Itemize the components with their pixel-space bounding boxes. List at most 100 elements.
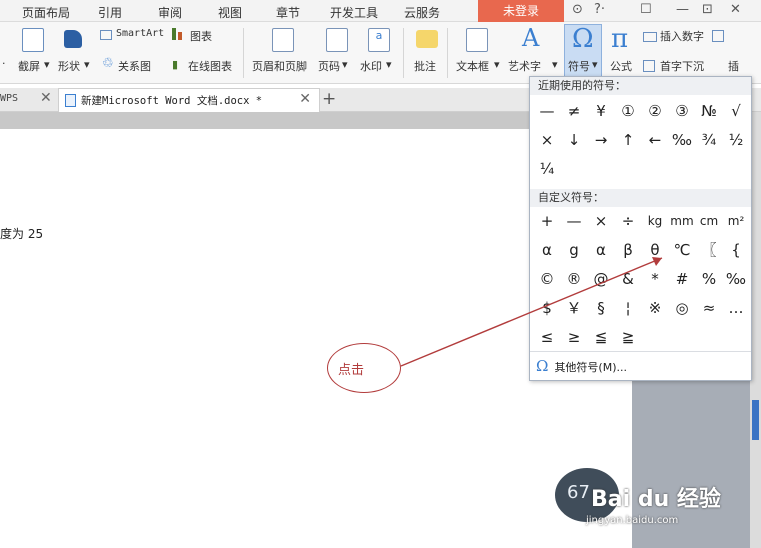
watermark-dropdown-icon[interactable]: ▾ [386, 58, 392, 71]
symbol-cell[interactable]: mm [669, 208, 695, 234]
symbol-cell[interactable]: kg [642, 208, 668, 234]
screenshot-dropdown-icon[interactable]: ▾ [44, 58, 50, 71]
symbol-cell[interactable]: g [561, 237, 587, 263]
symbol-cell[interactable]: ③ [669, 98, 695, 124]
page-number-button[interactable]: 页码 [318, 58, 340, 74]
formula-button[interactable]: 公式 [610, 58, 632, 74]
symbol-cell[interactable]: $ [534, 295, 560, 321]
symbol-cell[interactable]: © [534, 266, 560, 292]
symbol-cell[interactable]: § [588, 295, 614, 321]
symbol-cell[interactable]: ≧ [615, 324, 641, 350]
symbol-cell[interactable]: % [696, 266, 722, 292]
symbol-cell[interactable]: ② [642, 98, 668, 124]
ribbon-right-partial[interactable]: 插 [728, 58, 739, 74]
symbol-cell[interactable]: ↑ [615, 127, 641, 153]
more-symbols-button[interactable]: Ω 其他符号(M)... [536, 357, 627, 375]
symbol-cell[interactable]: → [588, 127, 614, 153]
close-icon[interactable]: ✕ [730, 2, 741, 17]
menu-references[interactable]: 引用 [98, 4, 122, 21]
tab-wps-close-icon[interactable]: ✕ [40, 90, 52, 106]
relation-icon: ♲ [102, 56, 114, 71]
symbol-cell[interactable]: № [696, 98, 722, 124]
smartart-button[interactable]: SmartArt [116, 28, 164, 39]
insert-number-button[interactable]: 插入数字 [660, 28, 704, 44]
skin-icon[interactable]: ⊙ [572, 2, 583, 17]
symbol-button[interactable]: 符号 [568, 58, 590, 74]
menu-view[interactable]: 视图 [218, 4, 242, 21]
tab-document[interactable]: 新建Microsoft Word 文档.docx * ✕ [58, 88, 320, 112]
symbol-cell[interactable]: # [669, 266, 695, 292]
scrollbar-thumb[interactable] [752, 400, 759, 440]
symbol-cell[interactable]: 〖 [696, 237, 722, 263]
drop-cap-button[interactable]: 首字下沉 [660, 58, 704, 74]
symbol-cell[interactable]: ÷ [615, 208, 641, 234]
header-footer-button[interactable]: 页眉和页脚 [252, 58, 307, 74]
symbol-cell[interactable]: ® [561, 266, 587, 292]
symbol-cell[interactable]: cm [696, 208, 722, 234]
symbol-cell[interactable]: ≦ [588, 324, 614, 350]
symbol-cell[interactable]: — [561, 208, 587, 234]
symbol-cell[interactable]: θ [642, 237, 668, 263]
symbol-cell[interactable]: ① [615, 98, 641, 124]
symbol-cell[interactable]: ¼ [534, 156, 560, 182]
symbol-dropdown-icon[interactable]: ▾ [592, 58, 598, 71]
symbol-cell[interactable]: ‰ [723, 266, 749, 292]
symbol-cell[interactable]: & [615, 266, 641, 292]
symbol-cell[interactable]: ≠ [561, 98, 587, 124]
symbol-cell[interactable]: ￥ [561, 295, 587, 321]
symbol-cell[interactable]: ← [642, 127, 668, 153]
textbox-button[interactable]: 文本框 [456, 58, 489, 74]
watermark-button[interactable]: 水印 [360, 58, 382, 74]
help-icon[interactable]: ?· [594, 2, 605, 17]
menu-cloud[interactable]: 云服务 [404, 4, 440, 21]
chart-button[interactable]: 图表 [190, 28, 212, 44]
symbol-cell[interactable]: ‰ [669, 127, 695, 153]
new-tab-icon[interactable]: + [322, 89, 336, 109]
tab-document-close-icon[interactable]: ✕ [299, 91, 311, 107]
symbol-cell[interactable]: { [723, 237, 749, 263]
wordart-dropdown-icon[interactable]: ▾ [552, 58, 558, 71]
symbol-cell[interactable]: √ [723, 98, 749, 124]
relation-chart-button[interactable]: 关系图 [118, 58, 151, 74]
symbol-cell[interactable]: ≈ [696, 295, 722, 321]
symbol-cell[interactable]: ¾ [696, 127, 722, 153]
document-text[interactable]: 度为 25 [0, 225, 43, 242]
shapes-button[interactable]: 形状 [58, 58, 80, 74]
tab-wps[interactable]: WPS [0, 93, 18, 104]
restore-icon[interactable]: ☐ [640, 2, 652, 17]
minimize-icon[interactable]: — [676, 2, 689, 17]
shapes-dropdown-icon[interactable]: ▾ [84, 58, 90, 71]
symbol-cell[interactable]: * [642, 266, 668, 292]
symbol-cell[interactable]: × [534, 127, 560, 153]
symbol-cell[interactable]: ¦ [615, 295, 641, 321]
symbol-cell[interactable]: ※ [642, 295, 668, 321]
symbol-cell[interactable]: m² [723, 208, 749, 234]
symbol-cell[interactable]: α [588, 237, 614, 263]
wordart-button[interactable]: 艺术字 [508, 58, 541, 74]
symbol-cell[interactable]: + [534, 208, 560, 234]
symbol-cell[interactable]: ℃ [669, 237, 695, 263]
menu-section[interactable]: 章节 [276, 4, 300, 21]
login-button[interactable]: 未登录 [478, 0, 564, 22]
comment-button[interactable]: 批注 [414, 58, 436, 74]
symbol-cell[interactable]: ¥ [588, 98, 614, 124]
textbox-dropdown-icon[interactable]: ▾ [494, 58, 500, 71]
online-chart-button[interactable]: 在线图表 [188, 58, 232, 74]
symbol-cell[interactable]: ◎ [669, 295, 695, 321]
symbol-cell[interactable]: × [588, 208, 614, 234]
symbol-cell[interactable]: ≤ [534, 324, 560, 350]
symbol-cell[interactable]: ≥ [561, 324, 587, 350]
symbol-cell[interactable]: @ [588, 266, 614, 292]
screenshot-button[interactable]: 截屏 [18, 58, 40, 74]
maximize-icon[interactable]: ⊡ [702, 2, 713, 17]
symbol-cell[interactable]: ↓ [561, 127, 587, 153]
symbol-cell[interactable]: α [534, 237, 560, 263]
menu-developer[interactable]: 开发工具 [330, 4, 378, 21]
menu-review[interactable]: 审阅 [158, 4, 182, 21]
page-number-dropdown-icon[interactable]: ▾ [342, 58, 348, 71]
menu-page-layout[interactable]: 页面布局 [22, 4, 70, 21]
symbol-cell[interactable]: — [534, 98, 560, 124]
symbol-cell[interactable]: … [723, 295, 749, 321]
symbol-cell[interactable]: ½ [723, 127, 749, 153]
symbol-cell[interactable]: β [615, 237, 641, 263]
